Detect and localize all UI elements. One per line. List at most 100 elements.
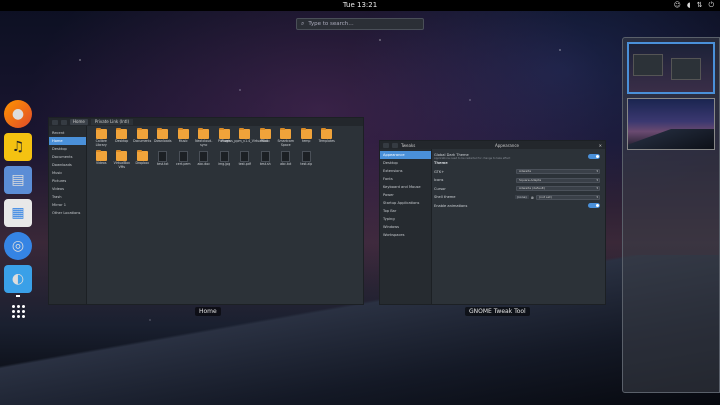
file-item[interactable]: Desktop <box>112 127 133 147</box>
system-menu[interactable]: ☺ ◖ ⇅ ⏻ <box>674 1 714 10</box>
tweaks-sidebar-item[interactable]: Workspaces <box>380 231 431 239</box>
volume-icon: ◖ <box>686 1 691 9</box>
files-sidebar-item[interactable]: Desktop <box>49 145 86 153</box>
file-label: Templates <box>318 139 335 143</box>
file-item[interactable]: VirtualBox VMs <box>112 149 133 169</box>
file-item[interactable]: test.zip <box>296 151 317 169</box>
workspace-2-thumbnail[interactable] <box>627 98 715 150</box>
file-label: Music <box>178 139 188 143</box>
tweaks-main: Global Dark Theme Applications need to b… <box>434 152 600 210</box>
mini-window <box>671 58 701 80</box>
files-icon[interactable]: ▤ <box>4 166 32 194</box>
folder-icon <box>177 127 189 139</box>
tweaks-search-label: Tweaks <box>401 142 416 148</box>
files-headerbar: Home Private Link (Intl) <box>49 118 363 126</box>
icons-dropdown[interactable]: Square-Adapta <box>516 177 600 183</box>
file-item[interactable]: test.sh <box>255 151 276 169</box>
shell-clear-icon[interactable]: ⊗ <box>531 195 534 200</box>
files-sidebar-item[interactable]: Recent <box>49 129 86 137</box>
tweaks-headerbar: Tweaks Appearance ✕ <box>380 141 605 149</box>
global-dark-switch[interactable] <box>588 153 600 159</box>
file-item[interactable]: abc.txt <box>276 151 297 169</box>
files-sidebar-item[interactable]: Videos <box>49 185 86 193</box>
file-item[interactable]: Documents <box>132 127 153 147</box>
menu-button[interactable] <box>383 142 389 148</box>
search-placeholder: Type to search… <box>308 21 354 27</box>
search-input[interactable]: ⌕ Type to search… <box>296 18 424 30</box>
files-sidebar-item[interactable]: Pictures <box>49 177 86 185</box>
tweaks-sidebar-item[interactable]: Desktop <box>380 159 431 167</box>
file-item[interactable]: Calibre Library <box>91 127 112 147</box>
cursor-label: Cursor <box>434 186 446 191</box>
tweaks-sidebar-item[interactable]: Power <box>380 191 431 199</box>
tweaks-sidebar-item[interactable]: Keyboard and Mouse <box>380 183 431 191</box>
toggle-icon[interactable]: ◐ <box>4 265 32 293</box>
file-item[interactable]: Public <box>255 127 276 147</box>
files-sidebar-item[interactable]: Other Locations <box>49 209 86 217</box>
files-sidebar-item[interactable]: Documents <box>49 153 86 161</box>
software-icon[interactable]: ▦ <box>4 199 32 227</box>
clock[interactable]: Tue 13:21 <box>0 0 720 11</box>
file-item[interactable]: Nextcloud-sync <box>194 127 215 147</box>
workspace-1-thumbnail[interactable] <box>627 42 715 94</box>
file-item[interactable]: img.jpg <box>214 151 235 169</box>
file-item[interactable]: Music <box>173 127 194 147</box>
folder-icon <box>95 149 107 162</box>
file-item[interactable]: Plugins_ppm_v1.4_VirtualBox <box>221 127 268 147</box>
document-icon <box>199 151 209 163</box>
files-sidebar-item[interactable]: Trash <box>49 193 86 201</box>
file-item[interactable]: Templates <box>317 127 338 147</box>
file-item[interactable]: abc.doc <box>194 151 215 169</box>
files-sidebar: Recent Home Desktop Documents Downloads Music… <box>49 126 87 304</box>
window-label-tweak: GNOME Tweak Tool <box>465 307 530 316</box>
tab-other[interactable]: Private Link (Intl) <box>90 119 134 125</box>
file-item[interactable]: test.pdf <box>235 151 256 169</box>
search-icon: ⌕ <box>301 20 305 27</box>
tweaks-sidebar-item[interactable]: Top Bar <box>380 207 431 215</box>
shell-theme-none[interactable]: (none) <box>514 195 529 200</box>
back-button[interactable] <box>52 119 58 125</box>
file-item[interactable]: Downloads <box>153 127 174 147</box>
files-sidebar-item[interactable]: Home <box>49 137 86 145</box>
file-item[interactable]: cert.pem <box>173 151 194 169</box>
document-icon <box>281 151 291 163</box>
files-sidebar-item[interactable]: Music <box>49 169 86 177</box>
tweaks-sidebar-item[interactable]: Typing <box>380 215 431 223</box>
file-item[interactable]: Videos <box>91 149 112 169</box>
files-sidebar-item[interactable]: Mirror 1 <box>49 201 86 209</box>
document-icon <box>178 151 188 163</box>
tweaks-sidebar-item[interactable]: Extensions <box>380 167 431 175</box>
file-item[interactable]: Smartcam Space <box>276 127 297 147</box>
dash: ● ♫ ▤ ▦ ◎ ◐ <box>2 100 34 326</box>
gtk-dropdown[interactable]: Adwaita <box>516 169 600 175</box>
folder-icon <box>321 127 333 139</box>
tweaks-search-button[interactable] <box>392 142 398 148</box>
files-sidebar-item[interactable]: Downloads <box>49 161 86 169</box>
close-icon[interactable]: ✕ <box>599 143 602 148</box>
animations-switch[interactable] <box>588 203 600 209</box>
tab-home[interactable]: Home <box>70 119 88 125</box>
cursor-dropdown[interactable]: Adwaita (default) <box>516 186 600 192</box>
file-item[interactable]: Dropbox <box>132 149 153 169</box>
file-label: temp <box>302 139 311 143</box>
tweaks-sidebar-item[interactable]: Startup Applications <box>380 199 431 207</box>
tweaks-icon[interactable]: ◎ <box>4 232 32 260</box>
files-window[interactable]: Home Private Link (Intl) Recent Home Deskt… <box>48 117 364 305</box>
firefox-icon[interactable]: ● <box>4 100 32 128</box>
show-apps-icon[interactable] <box>11 305 25 318</box>
folder-icon <box>116 149 128 162</box>
forward-button[interactable] <box>61 119 67 125</box>
rhythmbox-icon[interactable]: ♫ <box>4 133 32 161</box>
file-item[interactable]: temp <box>296 127 317 147</box>
tweaks-sidebar-item[interactable]: Appearance <box>380 151 431 159</box>
shell-theme-dropdown[interactable]: (not set) <box>536 194 600 200</box>
file-label: Nextcloud-sync <box>195 139 213 147</box>
file-label: abc.txt <box>280 162 292 167</box>
tweaks-sidebar-item[interactable]: Fonts <box>380 175 431 183</box>
document-icon <box>240 151 250 163</box>
tweaks-window[interactable]: Tweaks Appearance ✕ Appearance Desktop Ext… <box>379 140 606 305</box>
tweaks-sidebar-item[interactable]: Windows <box>380 223 431 231</box>
network-icon: ⇅ <box>696 1 703 9</box>
file-item[interactable]: test.txt <box>153 151 174 169</box>
mini-window <box>633 54 663 76</box>
